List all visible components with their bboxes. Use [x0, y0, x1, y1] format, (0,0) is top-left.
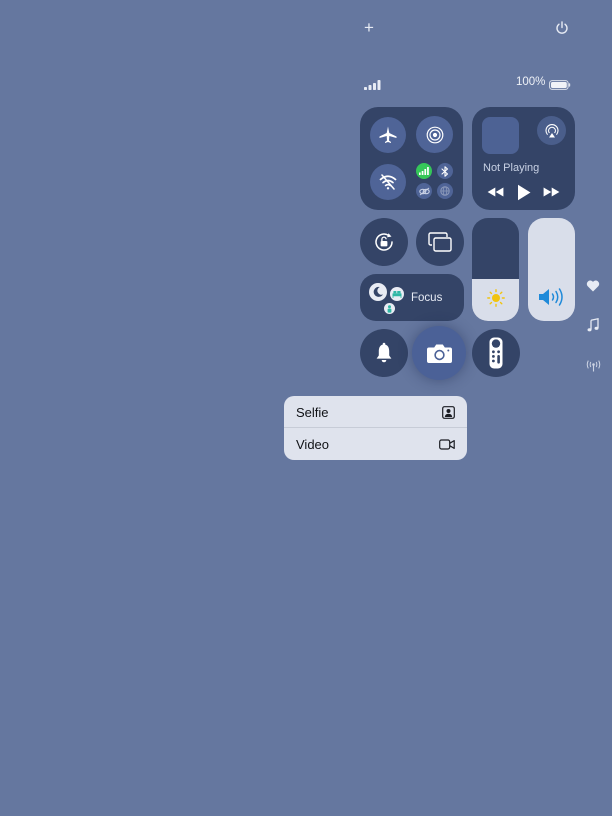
fast-forward-icon	[543, 187, 559, 197]
power-button[interactable]	[553, 18, 571, 38]
fast-forward-button[interactable]	[542, 186, 560, 198]
airplay-button[interactable]	[537, 116, 566, 145]
now-playing-label: Not Playing	[483, 162, 540, 174]
vpn-button[interactable]	[416, 183, 432, 199]
screen-mirroring-button[interactable]	[416, 218, 464, 266]
video-camera-icon	[439, 438, 455, 450]
rotation-lock-button[interactable]	[360, 218, 408, 266]
bell-icon	[376, 342, 392, 363]
rewind-button[interactable]	[486, 186, 504, 198]
globe-icon	[440, 186, 450, 196]
volume-slider[interactable]	[528, 218, 575, 321]
wifi-off-icon	[379, 174, 397, 190]
cellular-icon	[419, 167, 429, 175]
battery-icon	[549, 77, 571, 90]
bluetooth-button[interactable]	[437, 163, 453, 179]
apple-tv-remote-button[interactable]	[472, 329, 520, 377]
heart-icon	[586, 279, 600, 292]
connectivity-tile	[360, 107, 463, 210]
wireless-signal-icon	[585, 359, 602, 372]
speaker-icon	[528, 286, 575, 308]
menu-item-label: Video	[296, 436, 330, 452]
album-art	[482, 117, 519, 154]
power-icon	[556, 21, 568, 34]
rewind-icon	[487, 187, 503, 197]
add-button[interactable]: +	[360, 17, 378, 39]
menu-item-label: Selfie	[296, 404, 329, 420]
person-icon	[384, 303, 395, 314]
battery-percentage: 100%	[516, 76, 546, 88]
music-note-icon	[587, 317, 599, 332]
silent-mode-button[interactable]	[360, 329, 408, 377]
brightness-icon	[472, 288, 519, 308]
moon-icon	[369, 283, 387, 301]
menu-item-video[interactable]: Video	[284, 428, 467, 460]
play-button[interactable]	[515, 182, 532, 202]
play-icon	[517, 184, 530, 200]
bed-icon	[390, 287, 404, 301]
airdrop-button[interactable]	[416, 116, 453, 153]
wifi-button[interactable]	[370, 164, 406, 200]
screen-mirroring-icon	[428, 232, 452, 252]
personal-hotspot-button[interactable]	[437, 183, 453, 199]
camera-button[interactable]	[412, 326, 466, 380]
remote-icon	[489, 337, 503, 369]
camera-icon	[426, 344, 452, 363]
brightness-slider[interactable]	[472, 218, 519, 321]
link-icon	[418, 187, 430, 195]
cellular-button[interactable]	[416, 163, 432, 179]
signal-icon	[364, 77, 382, 90]
bluetooth-icon	[441, 165, 449, 177]
airdrop-icon	[426, 126, 443, 143]
airplay-audio-icon	[544, 123, 559, 137]
selfie-icon	[442, 405, 455, 419]
camera-context-menu: Selfie Video	[284, 396, 467, 460]
airplane-mode-button[interactable]	[370, 117, 406, 153]
airplane-icon	[379, 126, 397, 143]
menu-item-selfie[interactable]: Selfie	[284, 396, 467, 428]
focus-label: Focus	[411, 292, 443, 304]
rotation-lock-icon	[375, 233, 393, 251]
